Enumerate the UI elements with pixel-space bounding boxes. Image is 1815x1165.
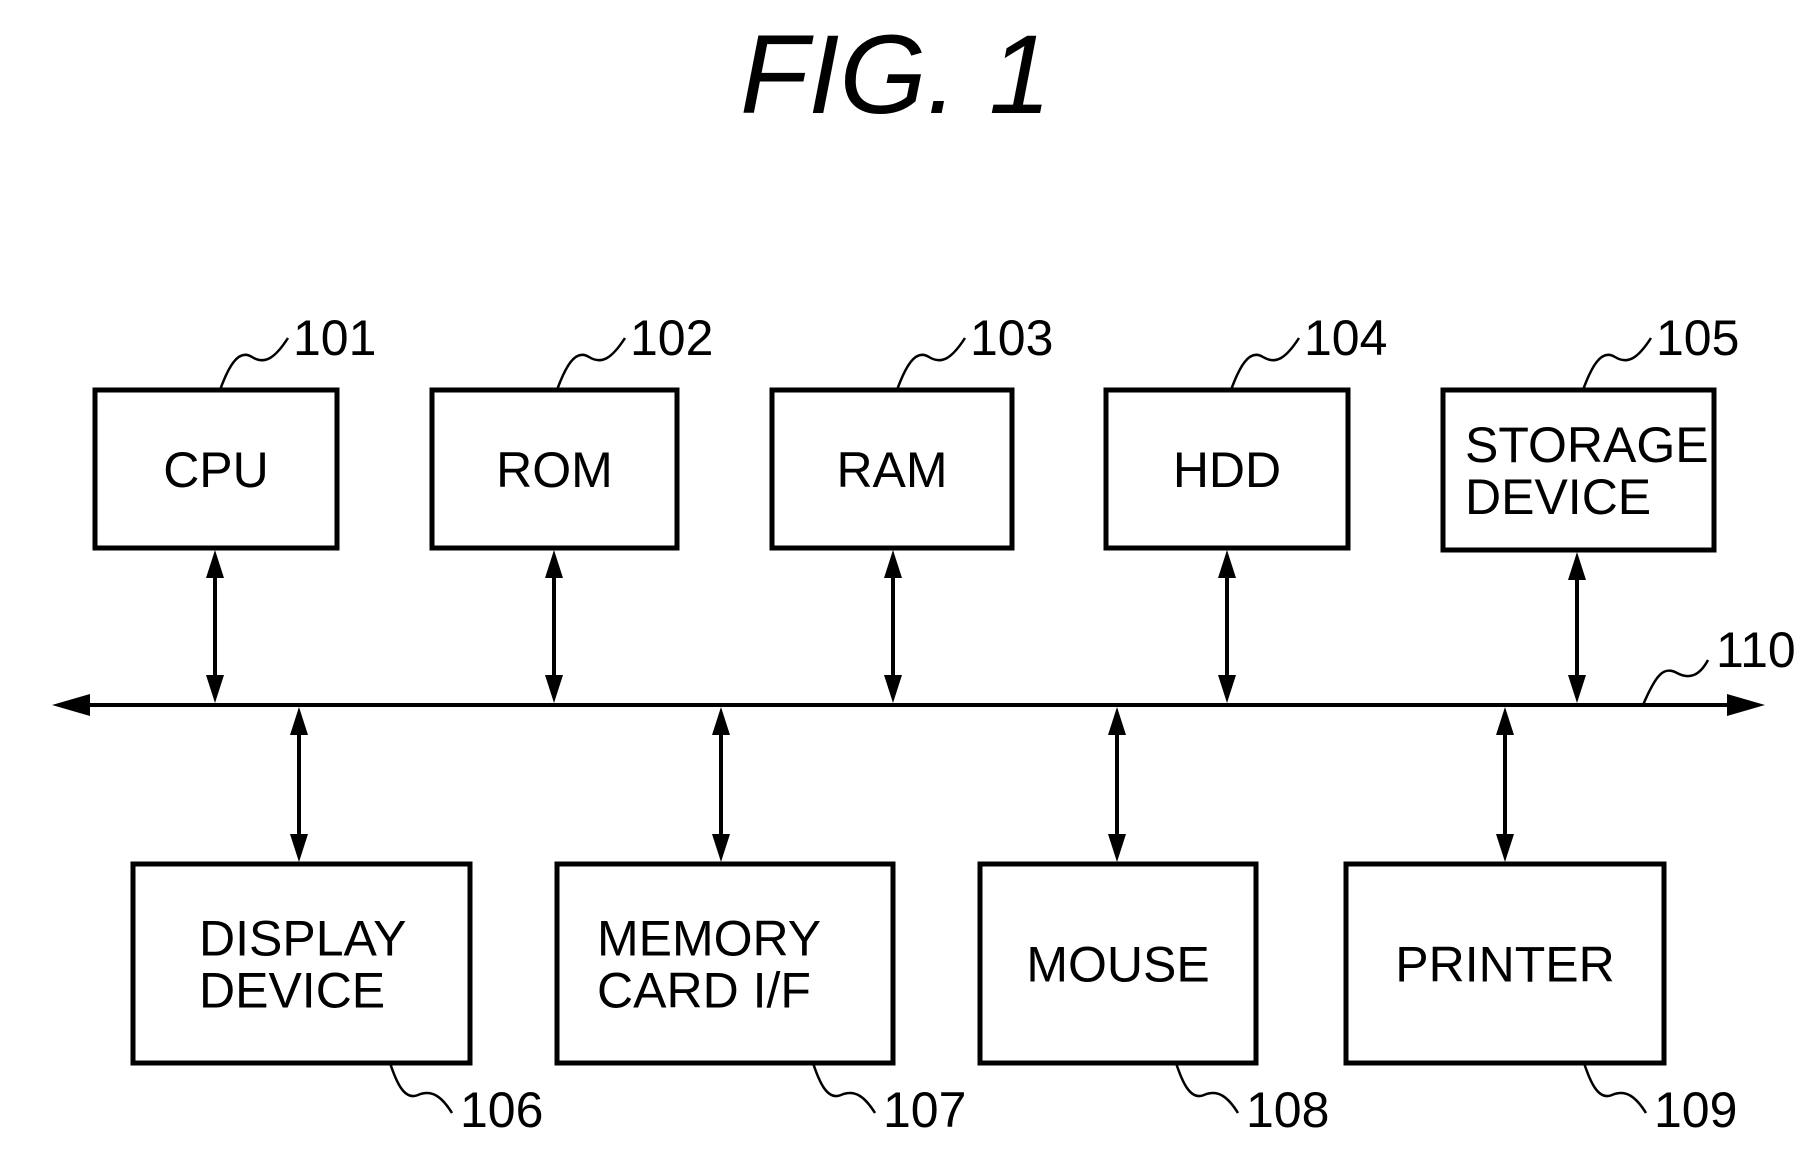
block-mouse: MOUSE 108 [977,861,1329,1138]
arrowhead-up-icon [1496,707,1514,735]
printer-label-line: PRINTER [1395,937,1614,993]
display-leader-line [388,1062,454,1114]
figure-title: FIG. 1 [740,12,1051,137]
ram-leader-line [895,337,967,391]
hdd-label-line: HDD [1173,442,1281,498]
bus-arrow-left-icon [52,694,90,716]
arrowhead-down-icon [545,675,563,703]
block-diagram: FIG. 1 110 CPU 101 ROM 102 RAM 103 HDD 104 STORA… [52,12,1796,1138]
hdd-ref-number: 104 [1304,310,1387,366]
block-display: DISPLAYDEVICE 106 [130,861,543,1138]
arrowhead-down-icon [1568,675,1586,703]
connector-bus-mouse [1108,707,1126,862]
system-bus: 110 [52,622,1796,716]
arrowhead-up-icon [206,550,224,578]
arrowhead-down-icon [712,834,730,862]
memory-card-label-line: CARD I/F [597,963,811,1019]
hdd-leader-line [1229,337,1301,391]
mouse-leader-line [1174,1062,1240,1114]
connector-rom-bus [545,550,563,703]
connector-bus-display [290,707,308,862]
display-label-line: DEVICE [199,963,385,1019]
printer-leader-line [1582,1062,1648,1114]
block-rom: ROM 102 [429,310,713,551]
printer-ref-number: 109 [1654,1082,1737,1138]
arrowhead-up-icon [1568,552,1586,580]
arrowhead-up-icon [290,707,308,735]
storage-ref-number: 105 [1656,310,1739,366]
arrowhead-down-icon [1218,675,1236,703]
top-row-blocks: CPU 101 ROM 102 RAM 103 HDD 104 STORAGEDEVICE 105 [92,310,1739,703]
block-storage: STORAGEDEVICE 105 [1440,310,1739,553]
arrowhead-down-icon [290,834,308,862]
connector-cpu-bus [206,550,224,703]
connector-bus-memory-card [712,707,730,862]
arrowhead-down-icon [1496,834,1514,862]
storage-label-line: STORAGE [1465,417,1709,473]
connector-bus-printer [1496,707,1514,862]
display-ref-number: 106 [460,1082,543,1138]
memory-card-ref-number: 107 [883,1082,966,1138]
arrowhead-up-icon [884,550,902,578]
display-label-line: DISPLAY [199,911,407,967]
cpu-label-line: CPU [163,442,269,498]
ram-label-line: RAM [836,442,947,498]
mouse-label-line: MOUSE [1026,937,1209,993]
connector-storage-bus [1568,552,1586,703]
arrowhead-down-icon [884,675,902,703]
bus-arrow-right-icon [1727,694,1765,716]
rom-label-line: ROM [496,442,613,498]
memory-card-leader-line [811,1062,877,1114]
arrowhead-up-icon [545,550,563,578]
block-cpu: CPU 101 [92,310,376,551]
block-hdd: HDD 104 [1103,310,1387,551]
rom-leader-line [555,337,627,391]
block-printer: PRINTER 109 [1343,861,1737,1138]
connector-hdd-bus [1218,550,1236,703]
arrowhead-up-icon [712,707,730,735]
bottom-row-blocks: DISPLAYDEVICE 106 MEMORYCARD I/F 107 MOUSE 10… [130,707,1737,1138]
ram-ref-number: 103 [970,310,1053,366]
arrowhead-down-icon [1108,834,1126,862]
arrowhead-up-icon [1108,707,1126,735]
arrowhead-down-icon [206,675,224,703]
storage-leader-line [1581,337,1653,391]
mouse-ref-number: 108 [1246,1082,1329,1138]
rom-ref-number: 102 [630,310,713,366]
bus-leader-line [1641,659,1710,706]
bus-ref-number: 110 [1716,622,1796,678]
storage-label-line: DEVICE [1465,469,1651,525]
arrowhead-up-icon [1218,550,1236,578]
cpu-ref-number: 101 [293,310,376,366]
cpu-leader-line [218,337,290,391]
connector-ram-bus [884,550,902,703]
block-ram: RAM 103 [769,310,1053,551]
memory-card-label-line: MEMORY [597,911,821,967]
block-memory-card: MEMORYCARD I/F 107 [554,861,966,1138]
